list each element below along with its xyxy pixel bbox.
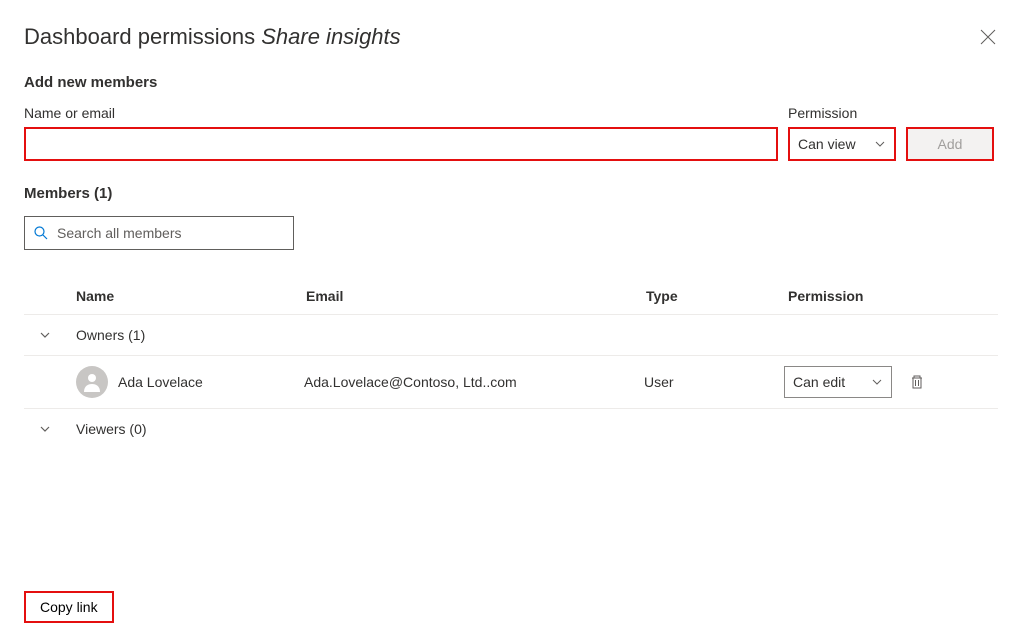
member-name-text: Ada Lovelace (118, 374, 203, 390)
table-header: Name Email Type Permission (24, 278, 998, 315)
person-icon (80, 370, 104, 394)
delete-member-button[interactable] (908, 373, 926, 391)
name-email-input[interactable] (24, 127, 778, 161)
col-perm-header: Permission (788, 288, 998, 304)
chevron-down-icon (874, 138, 886, 150)
table-row: Ada Lovelace Ada.Lovelace@Contoso, Ltd..… (24, 356, 998, 409)
close-icon (980, 29, 996, 45)
member-permission-selected: Can edit (793, 374, 845, 390)
name-email-label: Name or email (24, 105, 778, 121)
chevron-down-icon (871, 376, 883, 388)
chevron-down-icon (38, 423, 52, 435)
search-members-input[interactable] (57, 225, 285, 241)
col-email-header: Email (306, 288, 646, 304)
member-permission-select[interactable]: Can edit (784, 366, 892, 398)
permission-select[interactable]: Can view (788, 127, 896, 161)
members-heading: Members (1) (24, 185, 998, 202)
permission-label: Permission (788, 105, 896, 121)
col-type-header: Type (646, 288, 788, 304)
add-members-heading: Add new members (24, 74, 998, 91)
member-type-text: User (644, 374, 784, 390)
avatar (76, 366, 108, 398)
title-prefix: Dashboard permissions (24, 24, 261, 49)
copy-link-button[interactable]: Copy link (24, 591, 114, 623)
trash-icon (909, 374, 925, 390)
viewers-group-label: Viewers (0) (76, 421, 147, 437)
permission-selected: Can view (798, 136, 856, 152)
viewers-group-row[interactable]: Viewers (0) (24, 409, 998, 449)
close-button[interactable] (978, 27, 998, 47)
member-email-text: Ada.Lovelace@Contoso, Ltd..com (304, 374, 644, 390)
title-italic: Share insights (261, 24, 400, 49)
page-title: Dashboard permissions Share insights (24, 24, 401, 50)
search-members-box[interactable] (24, 216, 294, 250)
owners-group-row[interactable]: Owners (1) (24, 315, 998, 356)
add-button[interactable]: Add (906, 127, 994, 161)
chevron-down-icon (38, 329, 52, 341)
owners-group-label: Owners (1) (76, 327, 145, 343)
search-icon (33, 225, 49, 241)
col-name-header: Name (76, 288, 306, 304)
